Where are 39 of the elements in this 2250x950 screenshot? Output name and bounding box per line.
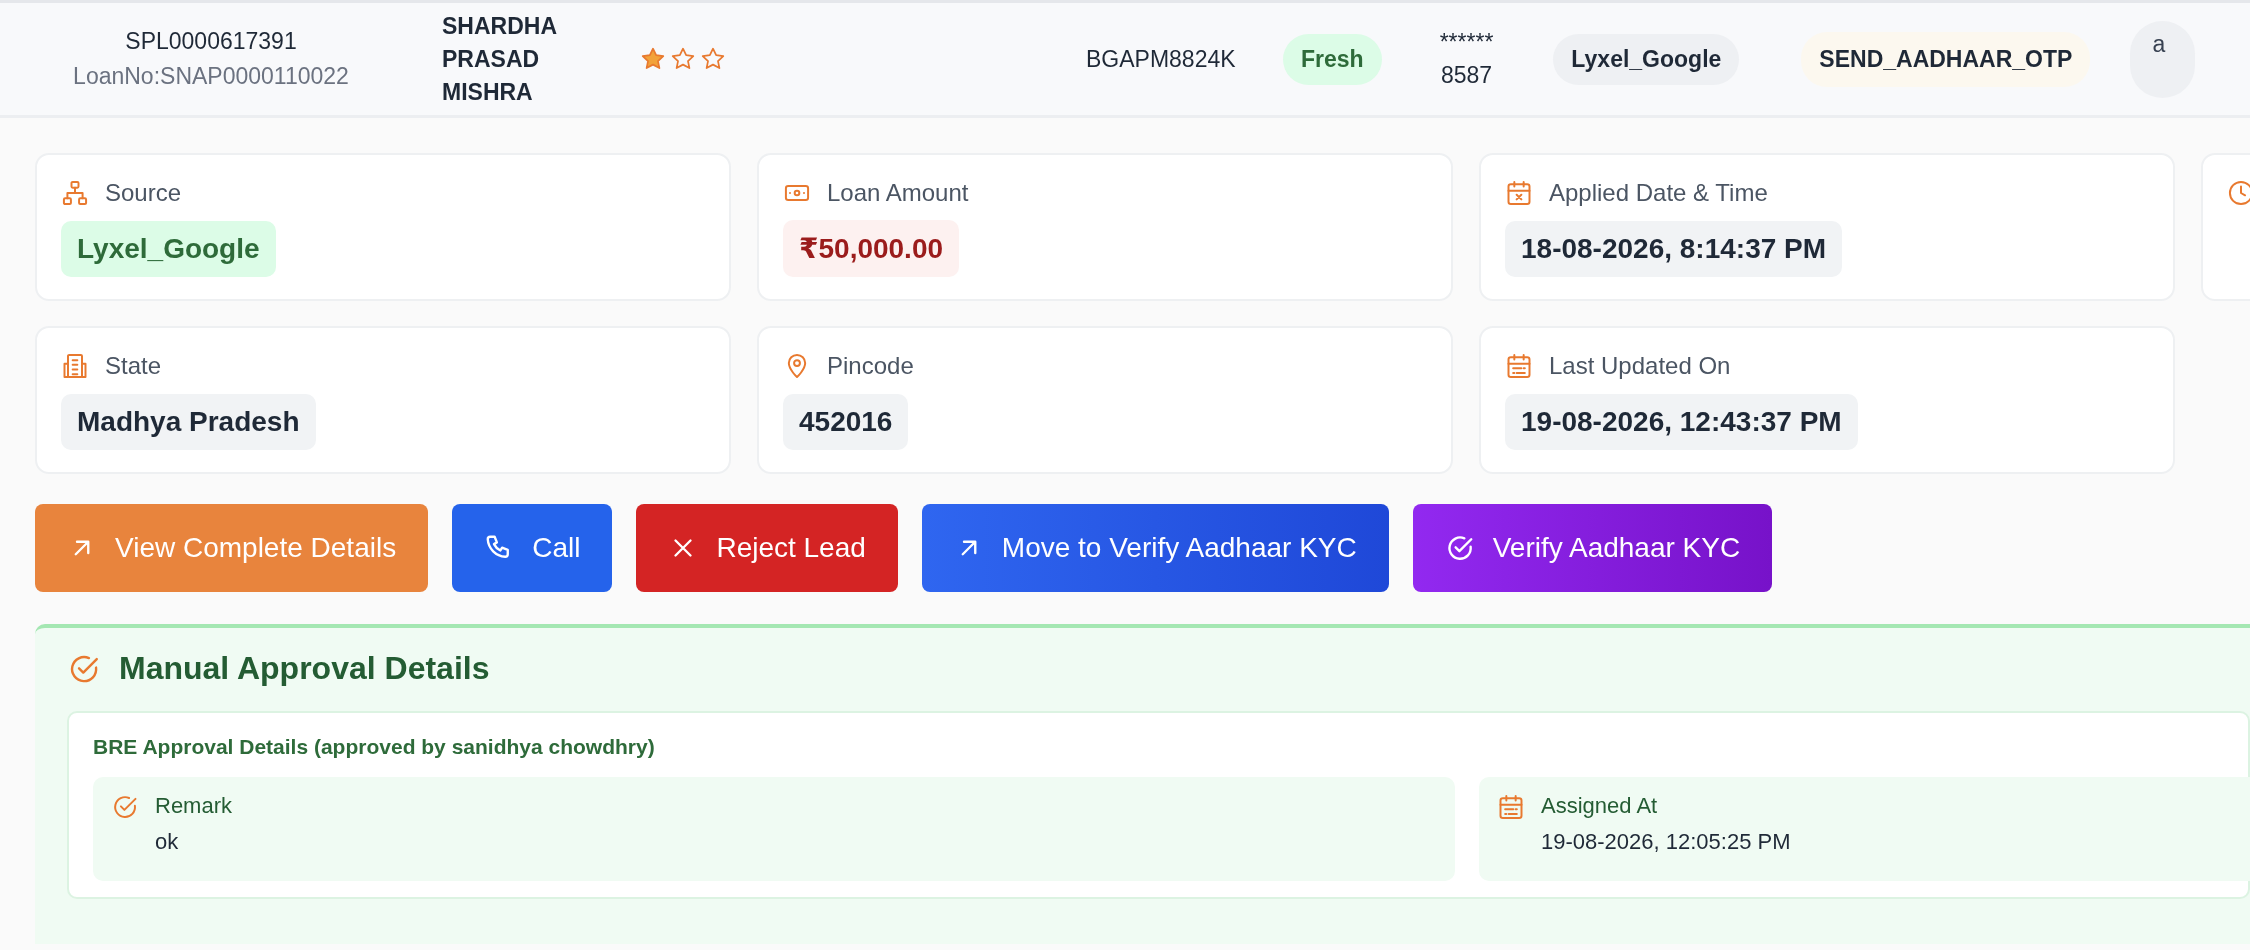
stage-tag: SEND_AADHAAR_OTP: [1801, 31, 2091, 87]
lead-id: SPL0000617391: [125, 28, 297, 55]
field-label: Pincode: [827, 352, 914, 380]
phone-last-digits: 8587: [1440, 62, 1493, 89]
detail-label: Assigned At: [1541, 793, 1659, 819]
calendar-icon: [1505, 352, 1533, 380]
field-value: Madhya Pradesh: [61, 394, 316, 450]
detail-value: 19-08-2026, 12:05:25 PM: [1541, 829, 1791, 855]
approval-heading: BRE Approval Details (approved by sanidhya chowdhry): [93, 735, 656, 759]
action-button[interactable]: Verify Aadhaar KYC: [1412, 504, 1773, 592]
calendar-icon: [1505, 179, 1533, 207]
field-value: ₹50,000.00: [783, 220, 960, 277]
detail-value: ok: [155, 829, 180, 855]
field-value: 452016: [783, 394, 909, 450]
sitemap-icon: [61, 179, 89, 207]
source-tag: Lyxel_Google: [1553, 33, 1740, 85]
customer-name: SHARDHA PRASAD MISHRA: [442, 11, 558, 107]
field-value: 19-08-2026, 12:43:37 PM: [1505, 394, 1858, 450]
status-badge: Fresh: [1283, 33, 1382, 85]
action-button[interactable]: Reject Lead: [636, 504, 898, 592]
loan-number: LoanNo:SNAP0000110022: [73, 63, 349, 90]
field-value: Lyxel_Google: [61, 221, 276, 277]
pan-number: BGAPM8824K: [1086, 45, 1237, 73]
section-title: Manual Approval Details: [119, 650, 490, 687]
calendar-icon: [1497, 793, 1525, 821]
masked-digits: ******: [1439, 29, 1494, 56]
field-label: Last Updated On: [1549, 352, 1731, 380]
field-label: Loan Amount: [827, 178, 969, 207]
field-value: 18-08-2026, 8:14:37 PM: [1505, 221, 1843, 277]
field-label: Applied Date & Time: [1549, 179, 1768, 207]
action-button[interactable]: Call: [452, 504, 613, 592]
field-label: Source: [105, 179, 182, 207]
building-icon: [61, 352, 89, 380]
detail-label: Remark: [155, 793, 232, 819]
field-label: State: [105, 352, 162, 380]
clock-icon: [2227, 179, 2250, 207]
action-button[interactable]: Move to Verify Aadhaar KYC: [921, 504, 1389, 592]
user-chip[interactable]: a: [2130, 20, 2196, 98]
check-circle-icon: [111, 793, 139, 821]
